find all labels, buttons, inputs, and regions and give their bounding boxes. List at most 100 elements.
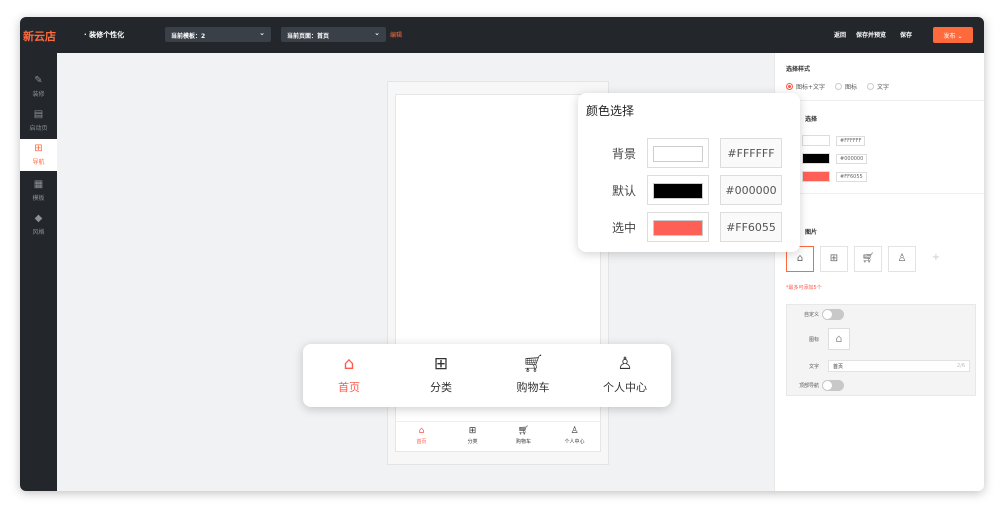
tab-home[interactable]: ⌂ 首页 [303, 344, 395, 407]
color-swatch-background[interactable] [802, 135, 831, 146]
tile-profile[interactable]: ♙ [888, 246, 916, 272]
char-count: 2/6 [956, 363, 965, 369]
style-option-label: 图标+文字 [796, 84, 826, 91]
tile-category[interactable]: ⊞ [820, 246, 848, 272]
tab-cart[interactable]: 🛒︎ 购物车 [487, 344, 579, 407]
hex-input-background[interactable]: #FFFFFF [720, 138, 782, 168]
sidebar-item-launch-page[interactable]: ▤ 启动页 [20, 105, 57, 137]
color-row-selected: 选中 #FF6055 [578, 212, 800, 242]
plus-icon: + [931, 252, 941, 263]
grid-icon: ⊞ [34, 143, 43, 154]
mini-hex-value[interactable]: #FF6055 [836, 171, 867, 182]
top-bar: 新云店 · 装修个性化 当前模板：2 ⌄ 当前页面：首页 ⌄ 编辑 返回 保存并… [20, 17, 984, 53]
top-nav-label: 顶部导航 [798, 383, 819, 389]
style-option-label: 文字 [877, 84, 890, 91]
tab-label: 购物车 [516, 381, 550, 394]
back-button[interactable]: 返回 [834, 30, 846, 39]
limit-hint: *最多可添加5个 [786, 285, 822, 291]
sidebar-item-template[interactable]: ▦ 模板 [20, 175, 57, 207]
publish-button[interactable]: 发布 ⌄ [933, 27, 973, 43]
sidebar-item-label: 模板 [32, 195, 45, 202]
style-option-text[interactable]: 文字 [867, 82, 889, 91]
divider [775, 100, 984, 101]
radio-icon [835, 83, 843, 90]
home-icon: ⌂ [835, 332, 843, 345]
custom-toggle[interactable] [822, 309, 844, 320]
hex-input-default[interactable]: #000000 [720, 175, 782, 205]
color-picker-popup: 颜色选择 背景 #FFFFFF 默认 #000000 选中 #FF6055 [578, 93, 800, 252]
swatch-fill [653, 146, 703, 162]
top-nav-toggle[interactable] [822, 380, 844, 391]
cart-icon: 🛒︎ [861, 253, 875, 264]
tab-bar-popup: ⌂ 首页 ⊞ 分类 🛒︎ 购物车 ♙ 个人中心 [303, 344, 671, 407]
phone-preview: ⌂ 首页 ⊞ 分类 🛒︎ 购物车 ♙ 个人中心 [387, 81, 609, 465]
color-swatch-default[interactable] [647, 175, 709, 205]
sidebar-item-label: 导航 [32, 159, 45, 166]
tab-label: 分类 [430, 381, 452, 394]
preview-tab-bar: ⌂ 首页 ⊞ 分类 🛒︎ 购物车 ♙ 个人中心 [396, 421, 600, 451]
nav-text-value: 首页 [833, 364, 844, 370]
color-swatch-selected[interactable] [647, 212, 709, 242]
style-section-title: 选择样式 [786, 66, 811, 73]
tile-cart[interactable]: 🛒︎ [854, 246, 882, 272]
user-icon: ♙ [617, 354, 633, 374]
color-swatch-selected[interactable] [802, 171, 831, 182]
home-icon: ⌂ [796, 253, 804, 264]
tab-profile[interactable]: ♙ 个人中心 [579, 344, 671, 407]
swatch-fill [653, 183, 703, 199]
style-option-icon[interactable]: 图标 [835, 82, 857, 91]
hex-input-selected[interactable]: #FF6055 [720, 212, 782, 242]
swatch-fill [653, 220, 703, 236]
preview-tab-category[interactable]: ⊞ 分类 [447, 422, 498, 451]
color-row-label: 选中 [612, 221, 637, 235]
color-swatch-default[interactable] [802, 153, 831, 164]
nav-text-input[interactable]: 首页 2/6 [828, 360, 970, 372]
style-radio-group: 图标+文字 图标 文字 [786, 82, 889, 91]
tab-label: 首页 [338, 381, 360, 394]
template-icon: ▦ [33, 179, 44, 190]
category-icon: ⊞ [468, 426, 477, 436]
sidebar-item-decorate[interactable]: ✎ 装修 [20, 71, 57, 103]
icon-picker[interactable]: ⌂ [828, 328, 850, 350]
category-icon: ⊞ [433, 354, 449, 374]
save-button[interactable]: 保存 [900, 30, 912, 39]
preview-tab-label: 首页 [416, 439, 427, 445]
icon-field-label: 图标 [808, 337, 819, 343]
sidebar-item-style[interactable]: ◆ 风格 [20, 209, 57, 241]
preview-tab-home[interactable]: ⌂ 首页 [396, 422, 447, 451]
settings-panel: 选择样式 图标+文字 图标 文字 选择 背景 #FFFFFF 默认 [774, 53, 984, 491]
save-preview-button[interactable]: 保存并预览 [856, 30, 886, 39]
chevron-down-icon: ⌄ [374, 29, 380, 37]
tab-label: 个人中心 [603, 381, 647, 394]
nav-icon-tiles: ⌂ ⊞ 🛒︎ ♙ + [786, 246, 950, 272]
style-option-icon-text[interactable]: 图标+文字 [786, 82, 825, 91]
color-row-label: 背景 [612, 147, 637, 161]
cart-icon: 🛒︎ [517, 426, 530, 436]
launch-page-icon: ▤ [33, 109, 44, 120]
home-icon: ⌂ [343, 354, 355, 374]
template-select[interactable]: 当前模板：2 ⌄ [165, 27, 271, 42]
sidebar-item-label: 风格 [32, 229, 45, 236]
mini-hex-value[interactable]: #000000 [836, 153, 868, 164]
nav-item-editor: 自定义 图标 ⌂ 文字 首页 2/6 顶部导航 [786, 304, 976, 396]
template-select-value: 当前模板：2 [171, 33, 206, 40]
user-icon: ♙ [570, 426, 579, 436]
add-tile-button[interactable]: + [922, 246, 950, 272]
tab-category[interactable]: ⊞ 分类 [395, 344, 487, 407]
mini-hex-value[interactable]: #FFFFFF [836, 135, 866, 146]
home-icon: ⌂ [418, 426, 425, 436]
sidebar-item-label: 装修 [32, 91, 45, 98]
app-window: 新云店 · 装修个性化 当前模板：2 ⌄ 当前页面：首页 ⌄ 编辑 返回 保存并… [20, 17, 984, 491]
page-select[interactable]: 当前页面：首页 ⌄ [281, 27, 386, 42]
edit-link[interactable]: 编辑 [390, 30, 402, 39]
sidebar: ✎ 装修 ▤ 启动页 ⊞ 导航 ▦ 模板 ◆ 风格 [20, 53, 57, 491]
section-title: · 装修个性化 [84, 31, 125, 39]
color-swatch-background[interactable] [647, 138, 709, 168]
category-icon: ⊞ [829, 253, 839, 264]
preview-tab-profile[interactable]: ♙ 个人中心 [549, 422, 600, 451]
preview-tab-cart[interactable]: 🛒︎ 购物车 [498, 422, 549, 451]
sidebar-item-navigation[interactable]: ⊞ 导航 [20, 139, 57, 171]
preview-tab-label: 分类 [467, 439, 478, 445]
page-select-value: 当前页面：首页 [287, 33, 330, 40]
color-row-background: 背景 #FFFFFF [578, 138, 800, 168]
